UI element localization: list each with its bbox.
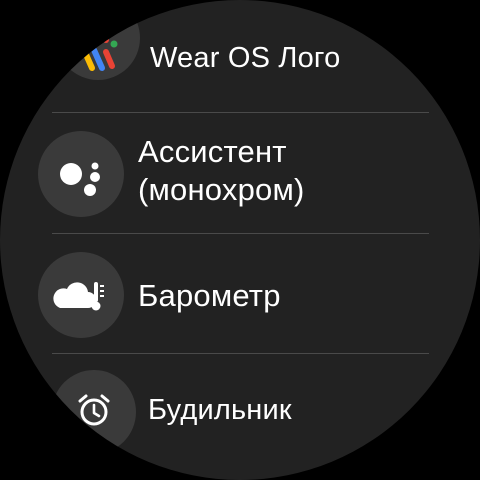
- alarm-icon-circle: [52, 370, 136, 454]
- watch-screen: Wear OS Лого Ассистент (монохром) Бароме…: [0, 0, 480, 480]
- list-item-label: Ассистент (монохром): [138, 134, 305, 207]
- assistant-icon-circle: [38, 131, 124, 217]
- list-item-wear-os-logo[interactable]: Wear OS Лого: [0, 0, 480, 112]
- wear-os-logo-icon-circle: [56, 0, 140, 80]
- barometer-icon-circle: [38, 252, 124, 338]
- wear-os-logo-icon: [81, 37, 118, 71]
- cloud-thermometer-icon: [53, 282, 104, 311]
- list-item-label: Будильник: [148, 394, 292, 426]
- list-item-alarm[interactable]: Будильник: [0, 354, 480, 480]
- list-item-assistant-monochrome[interactable]: Ассистент (монохром): [0, 113, 480, 233]
- list-item-label: Wear OS Лого: [150, 42, 341, 74]
- alarm-clock-icon: [78, 394, 110, 426]
- list-item-label: Барометр: [138, 278, 281, 313]
- assistant-dots-icon: [60, 162, 100, 196]
- list-item-barometer[interactable]: Барометр: [0, 234, 480, 354]
